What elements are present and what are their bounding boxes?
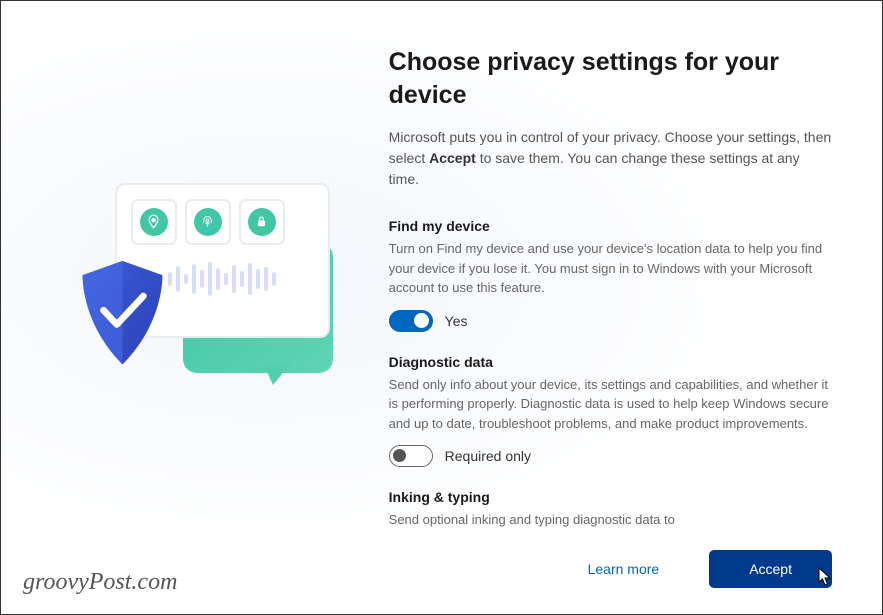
shield-check-icon <box>75 258 170 367</box>
watermark-text: groovyPost.com <box>23 569 177 596</box>
setting-title: Diagnostic data <box>389 354 832 370</box>
toggle-label: Yes <box>445 313 468 329</box>
setting-title: Inking & typing <box>389 489 832 505</box>
content-panel: Choose privacy settings for your device … <box>389 41 832 534</box>
setting-title: Find my device <box>389 218 832 234</box>
setting-find-my-device: Find my device Turn on Find my device an… <box>389 218 832 332</box>
setting-description: Send optional inking and typing diagnost… <box>389 510 832 530</box>
chat-bubble-tail <box>263 363 291 385</box>
privacy-illustration <box>35 158 355 418</box>
setting-diagnostic-data: Diagnostic data Send only info about you… <box>389 354 832 468</box>
fingerprint-icon <box>185 199 231 245</box>
location-pin-icon <box>131 199 177 245</box>
lock-icon <box>239 199 285 245</box>
diagnostic-toggle[interactable] <box>389 445 433 467</box>
intro-text: Microsoft puts you in control of your pr… <box>389 127 832 190</box>
toggle-label: Required only <box>445 448 531 464</box>
footer-actions: Learn more Accept <box>588 550 832 588</box>
page-title: Choose privacy settings for your device <box>389 46 832 111</box>
learn-more-link[interactable]: Learn more <box>588 561 660 577</box>
illustration-panel <box>11 41 389 534</box>
find-device-toggle[interactable] <box>389 310 433 332</box>
setting-description: Send only info about your device, its se… <box>389 375 832 434</box>
setting-inking-typing: Inking & typing Send optional inking and… <box>389 489 832 530</box>
accept-button[interactable]: Accept <box>709 550 832 588</box>
setting-description: Turn on Find my device and use your devi… <box>389 239 832 298</box>
